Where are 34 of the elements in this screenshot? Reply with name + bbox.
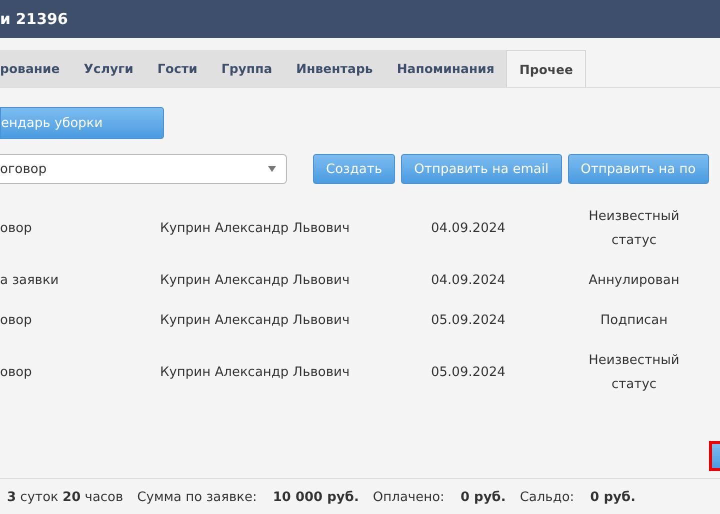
tab[interactable]: Инвентарь [284,50,385,87]
table-cell-text: Куприн Александр Львович [160,312,351,330]
table-cell-text: овор [0,220,33,238]
table-cell-text: Неизвестный статус [588,352,680,394]
table-cell-text: 05.09.2024 [431,312,506,330]
tab[interactable]: рование [0,50,72,87]
table-cell-text: овор [0,364,33,382]
table-cell-text: а заявки [0,272,60,290]
summary-value: 10 000 руб. [272,490,359,504]
table-cell-text: Куприн Александр Львович [160,220,351,238]
table-cell-text: Аннулирован [588,272,680,290]
summary-label: Сальдо: [520,490,574,504]
table-cell-text: 04.09.2024 [431,272,506,290]
tab[interactable]: Гости [145,50,210,87]
dropdown-caret-icon [268,166,276,172]
summary-label: Сумма по заявке: [137,490,257,504]
table-cell-text: Подписан [599,312,669,330]
table-cell-text: 05.09.2024 [431,364,506,382]
table-cell-text: овор [0,312,33,330]
window-title: и 21396 [0,10,68,28]
table-cell-text: Неизвестный статус [588,208,680,250]
summary-value: 0 руб. [460,490,506,504]
stay-duration: 3 суток 20 часов [7,490,124,504]
table-cell-text: Куприн Александр Львович [160,272,351,290]
summary-label: Оплачено: [372,490,444,504]
table-cell-text: Куприн Александр Львович [160,364,351,382]
tab[interactable]: Напоминания [384,50,506,87]
table-cell-text: 04.09.2024 [431,220,506,238]
button[interactable] [709,441,720,471]
tab[interactable]: Группа [209,50,284,87]
tab[interactable]: Прочее [506,50,586,87]
summary-value: 0 руб. [590,490,636,504]
document-type-select[interactable]: оговор [0,154,287,184]
tab[interactable]: Услуги [72,50,146,87]
